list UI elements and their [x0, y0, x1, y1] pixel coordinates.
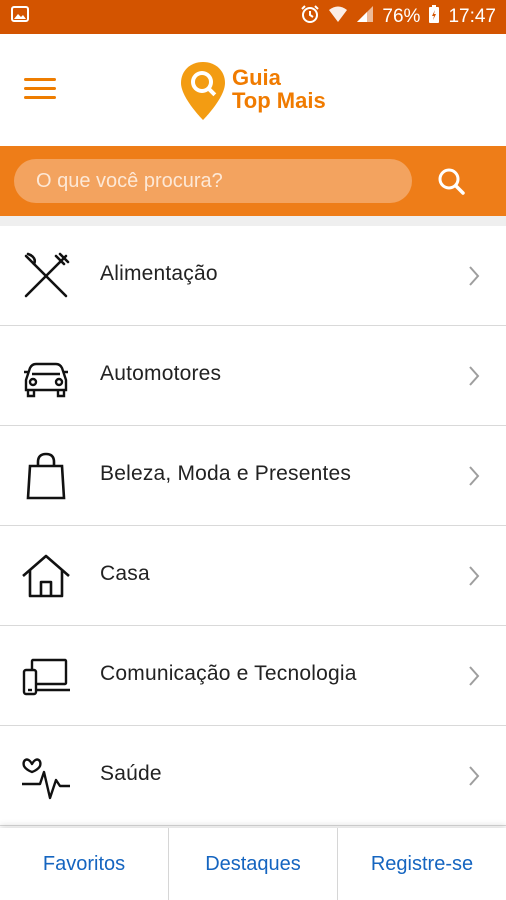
- chevron-right-icon: [466, 764, 482, 788]
- category-item-beleza-moda-presentes[interactable]: Beleza, Moda e Presentes: [0, 426, 506, 526]
- chevron-right-icon: [466, 664, 482, 688]
- chevron-right-icon: [466, 464, 482, 488]
- category-label: Comunicação e Tecnologia: [100, 662, 357, 685]
- category-label: Alimentação: [100, 262, 218, 285]
- car-icon: [20, 350, 72, 402]
- bottom-nav: Favoritos Destaques Registre-se: [0, 828, 506, 900]
- category-label: Beleza, Moda e Presentes: [100, 462, 352, 485]
- category-item-saude[interactable]: Saúde: [0, 726, 506, 826]
- category-label: Casa: [100, 562, 150, 585]
- search-bar: [0, 146, 506, 216]
- clock-time: 17:47: [448, 6, 496, 27]
- logo-line-2: Top Mais: [232, 88, 326, 113]
- chevron-right-icon: [466, 364, 482, 388]
- alarm-icon: [300, 4, 320, 30]
- category-item-automotores[interactable]: Automotores: [0, 326, 506, 426]
- search-input[interactable]: [14, 159, 412, 203]
- battery-percent: 76%: [382, 6, 421, 27]
- chevron-right-icon: [466, 264, 482, 288]
- chevron-right-icon: [466, 564, 482, 588]
- category-label: Saúde: [100, 762, 162, 785]
- status-bar: 76% 17:47: [0, 0, 506, 34]
- category-list: Alimentação Automotores Beleza, Moda e P…: [0, 226, 506, 826]
- category-item-alimentacao[interactable]: Alimentação: [0, 226, 506, 326]
- image-icon: [10, 4, 30, 30]
- destaques-tab[interactable]: Destaques: [168, 828, 337, 900]
- hamburger-icon[interactable]: [24, 78, 56, 100]
- favoritos-tab[interactable]: Favoritos: [0, 828, 168, 900]
- battery-charging-icon: [428, 4, 440, 30]
- map-pin-logo-icon: [181, 62, 225, 120]
- house-icon: [20, 550, 72, 602]
- app-logo: Guia Top Mais: [178, 60, 338, 124]
- heartbeat-icon: [20, 750, 72, 802]
- wifi-icon: [328, 5, 348, 29]
- registre-se-tab[interactable]: Registre-se: [337, 828, 506, 900]
- search-icon[interactable]: [432, 162, 472, 202]
- fork-knife-icon: [20, 250, 72, 302]
- signal-icon: [356, 5, 374, 29]
- category-item-comunicacao-tecnologia[interactable]: Comunicação e Tecnologia: [0, 626, 506, 726]
- app-header: Guia Top Mais: [0, 34, 506, 146]
- category-item-casa[interactable]: Casa: [0, 526, 506, 626]
- logo-line-1: Guia: [232, 65, 281, 90]
- logo-wordmark: Guia Top Mais: [232, 66, 326, 112]
- devices-icon: [20, 650, 72, 702]
- category-label: Automotores: [100, 362, 222, 385]
- shopping-bag-icon: [20, 450, 72, 502]
- separator: [0, 216, 506, 226]
